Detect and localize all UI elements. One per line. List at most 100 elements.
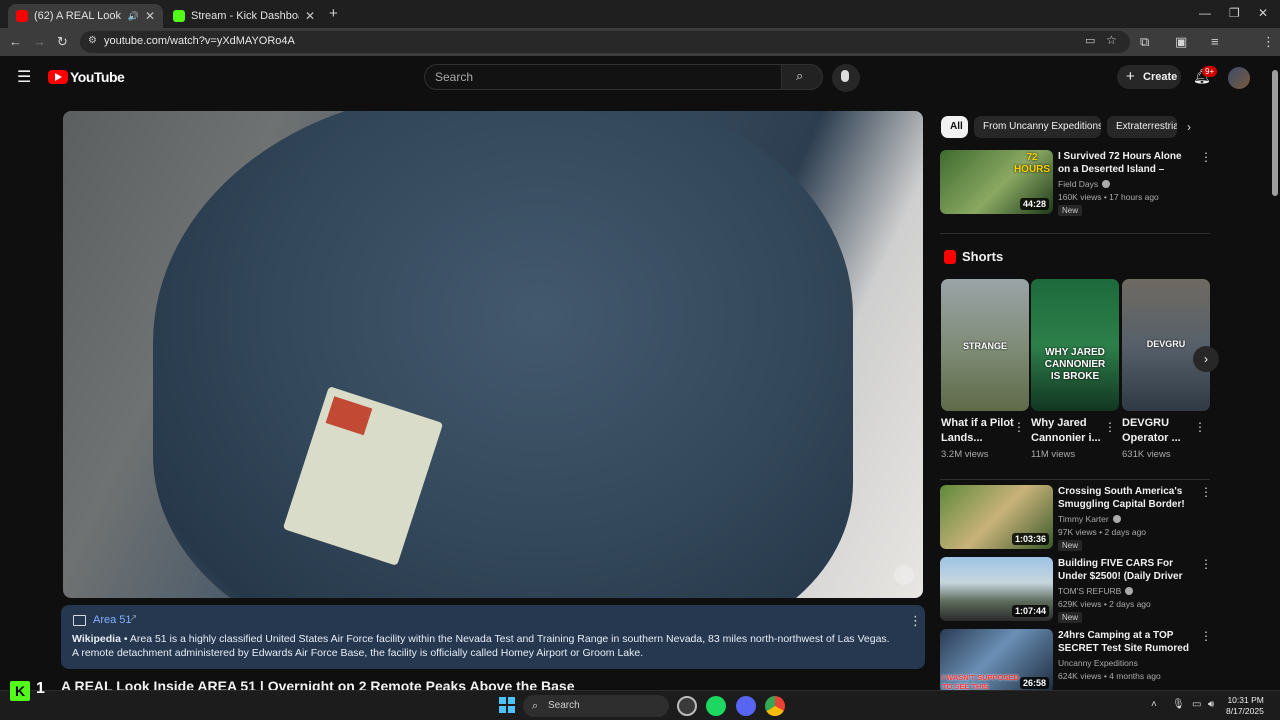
video-player[interactable] (63, 111, 923, 598)
more-options-icon[interactable]: ⋮ (1104, 420, 1116, 434)
short-title[interactable]: DEVGRU Operator ... (1122, 416, 1198, 446)
more-options-icon[interactable]: ⋮ (1200, 557, 1212, 571)
info-panel-topic-link[interactable]: Area 51 (93, 614, 132, 626)
video-thumbnail[interactable]: 1:03:36 (940, 485, 1053, 549)
external-link-icon[interactable]: ↗ (129, 613, 137, 624)
show-hidden-icons-icon[interactable]: ˄ (1151, 699, 1157, 710)
account-avatar[interactable] (1228, 67, 1250, 89)
search-icon: ⌕ (796, 68, 804, 83)
chevron-right-icon[interactable]: › (1193, 346, 1219, 372)
short-thumbnail[interactable]: STRANGE (941, 279, 1029, 411)
taskbar-search[interactable]: ⌕ Search (523, 695, 669, 717)
tab-kick-dashboard[interactable]: Stream - Kick Dashboard ✕ (165, 4, 323, 28)
info-panel: Area 51 ↗ Wikipedia • Area 51 is a highl… (61, 605, 925, 669)
spotify-icon[interactable] (706, 696, 726, 716)
recommended-video[interactable]: 1:07:44 Building FIVE CARS For Under $25… (940, 557, 1212, 623)
short-thumbnail[interactable]: DEVGRU (1122, 279, 1210, 411)
video-title[interactable]: I Survived 72 Hours Alone on a Deserted … (1058, 150, 1194, 176)
extensions-icon[interactable]: ⧉ (1140, 34, 1149, 50)
chrome-icon[interactable] (765, 696, 785, 716)
recommended-video[interactable]: 1:03:36 Crossing South America's Smuggli… (940, 485, 1212, 551)
video-duration: 26:58 (1019, 677, 1049, 689)
short-views: 3.2M views (941, 449, 989, 460)
more-options-icon[interactable]: ⋮ (1194, 420, 1206, 434)
bookmark-star-icon[interactable]: ☆ (1106, 33, 1117, 47)
info-text-line-1: Area 51 is a highly classified United St… (129, 633, 890, 645)
create-label: Create (1143, 71, 1178, 83)
more-options-icon[interactable]: ⋮ (1200, 629, 1212, 643)
more-options-icon[interactable]: ⋮ (1200, 150, 1212, 164)
video-duration: 1:03:36 (1011, 533, 1049, 545)
create-button[interactable]: + Create (1117, 65, 1181, 89)
video-title[interactable]: Building FIVE CARS For Under $2500! (Dai… (1058, 557, 1194, 583)
cast-icon[interactable]: ▭ (1085, 34, 1095, 47)
browser-menu-icon[interactable]: ⋮ (1262, 34, 1275, 50)
close-window-icon[interactable]: ✕ (1258, 6, 1268, 20)
kick-logo-icon: K (10, 681, 30, 701)
short-overlay-text: WHY JARED CANNONIER IS BROKE (1044, 347, 1106, 382)
video-thumbnail[interactable]: 1:07:44 (940, 557, 1053, 621)
tab-title: Stream - Kick Dashboard (191, 10, 299, 22)
hamburger-menu-icon[interactable]: ☰ (17, 67, 31, 87)
chip-extraterrestrial[interactable]: Extraterrestrial (1107, 116, 1177, 138)
video-meta: 160K views • 17 hours ago (1058, 192, 1159, 202)
video-thumbnail[interactable]: I WASN'T SUPPOSED TO SEE THIS 26:58 (940, 629, 1053, 693)
microphone-tray-icon[interactable]: 🎙︎ (1172, 699, 1185, 710)
voice-search-button[interactable] (832, 64, 860, 92)
url-text: youtube.com/watch?v=yXdMAYORo4A (104, 35, 295, 47)
video-title[interactable]: 24hrs Camping at a TOP SECRET Test Site … (1058, 629, 1194, 655)
channel-name[interactable]: Uncanny Expeditions (1058, 658, 1138, 668)
media-controls-icon[interactable]: ≡ (1211, 34, 1219, 49)
recommended-video[interactable]: 72 HOURS 44:28 I Survived 72 Hours Alone… (940, 150, 1212, 216)
volume-icon[interactable]: 🔊︎ (1208, 699, 1214, 710)
tab-youtube[interactable]: (62) A REAL Look Inside AR 🔊 ✕ (8, 4, 163, 28)
chip-from-channel[interactable]: From Uncanny Expeditions (974, 116, 1101, 138)
taskbar-clock[interactable]: 10:31 PM 8/17/2025 (1226, 695, 1264, 717)
channel-name[interactable]: Timmy Karter (1058, 514, 1109, 524)
channel-name[interactable]: TOM'S REFURB (1058, 586, 1121, 596)
more-options-icon[interactable]: ⋮ (1200, 485, 1212, 499)
search-button[interactable]: ⌕ (781, 64, 823, 90)
site-info-icon[interactable]: ⚙ (88, 35, 97, 46)
forward-icon[interactable]: → (33, 34, 46, 49)
chip-all[interactable]: All (941, 116, 968, 138)
search-input[interactable]: Search (424, 64, 782, 90)
short-overlay-text: DEVGRU (1146, 339, 1186, 349)
short-title[interactable]: What if a Pilot Lands... (941, 416, 1017, 446)
short-thumbnail[interactable]: WHY JARED CANNONIER IS BROKE (1031, 279, 1119, 411)
channel-name[interactable]: Field Days (1058, 179, 1098, 189)
side-panel-icon[interactable]: ▣ (1175, 34, 1187, 50)
short-title[interactable]: Why Jared Cannonier i... (1031, 416, 1107, 446)
discord-icon[interactable] (736, 696, 756, 716)
short-views: 631K views (1122, 449, 1171, 460)
restore-icon[interactable]: ❐ (1229, 6, 1240, 20)
display-icon[interactable]: ▭ (1192, 699, 1201, 710)
close-tab-icon[interactable]: ✕ (305, 9, 315, 23)
new-tab-icon[interactable]: + (329, 5, 338, 22)
close-tab-icon[interactable]: ✕ (145, 9, 155, 23)
info-source: Wikipedia (72, 633, 121, 645)
verified-check-icon (1112, 515, 1121, 523)
speaker-icon: 🔊 (127, 10, 139, 21)
section-divider (940, 479, 1210, 480)
more-options-icon[interactable]: ⋮ (909, 613, 922, 629)
app-icon[interactable] (677, 696, 697, 716)
more-options-icon[interactable]: ⋮ (1013, 420, 1025, 434)
channel-watermark-icon[interactable] (894, 565, 914, 585)
youtube-header: ☰ YouTube Search ⌕ + Create 🔔︎ 9+ (0, 56, 1270, 98)
short-overlay-text: STRANGE (962, 341, 1007, 351)
youtube-wordmark[interactable]: YouTube (70, 69, 125, 85)
chevron-right-icon[interactable]: › (1187, 120, 1191, 134)
tag-logo (325, 396, 373, 436)
info-panel-text: Wikipedia • Area 51 is a highly classifi… (72, 633, 890, 659)
video-thumbnail[interactable]: 72 HOURS 44:28 (940, 150, 1053, 214)
video-title[interactable]: Crossing South America's Smuggling Capit… (1058, 485, 1194, 511)
scrollbar-thumb[interactable] (1272, 70, 1278, 196)
address-bar[interactable]: ⚙ youtube.com/watch?v=yXdMAYORo4A ▭ ☆ (80, 31, 1130, 53)
reload-icon[interactable]: ↻ (57, 34, 68, 50)
back-icon[interactable]: ← (9, 34, 22, 49)
new-badge: New (1058, 612, 1083, 623)
windows-start-icon[interactable] (499, 697, 515, 713)
recommended-video[interactable]: I WASN'T SUPPOSED TO SEE THIS 26:58 24hr… (940, 629, 1212, 695)
minimize-icon[interactable]: — (1199, 6, 1211, 20)
